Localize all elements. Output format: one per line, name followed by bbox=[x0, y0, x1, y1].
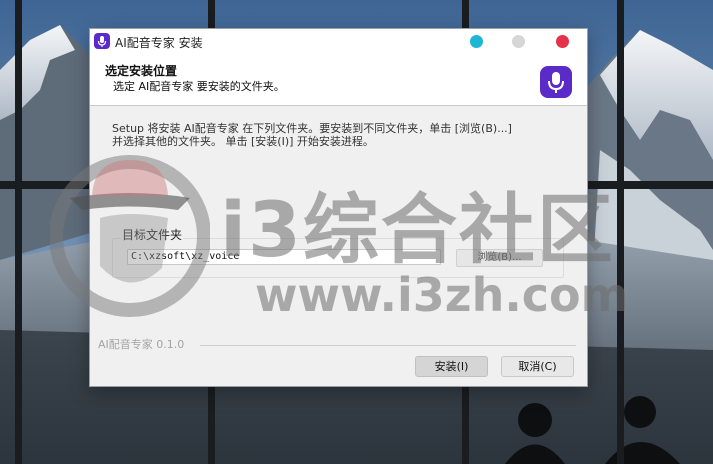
install-button[interactable]: 安装(I) bbox=[415, 356, 488, 377]
description-line: 并选择其他的文件夹。 单击 [安装(I)] 开始安装进程。 bbox=[112, 135, 374, 148]
footer-brand: AI配音专家 0.1.0 bbox=[98, 338, 185, 351]
microphone-icon bbox=[540, 66, 572, 98]
window-title: AI配音专家 安装 bbox=[115, 36, 203, 50]
installer-window: AI配音专家 安装 选定安装位置 选定 AI配音专家 要安装的文件夹。 Setu… bbox=[90, 29, 587, 386]
cancel-button[interactable]: 取消(C) bbox=[501, 356, 574, 377]
page-subtitle: 选定 AI配音专家 要安装的文件夹。 bbox=[113, 80, 285, 93]
footer-divider bbox=[200, 345, 576, 346]
minimize-button[interactable] bbox=[470, 35, 483, 48]
browse-button[interactable]: 浏览(B)... bbox=[456, 249, 543, 267]
page-title: 选定安装位置 bbox=[105, 64, 178, 78]
page-header: 选定安装位置 选定 AI配音专家 要安装的文件夹。 bbox=[90, 55, 587, 106]
install-path-input[interactable]: C:\xzsoft\xz_voice bbox=[127, 249, 441, 265]
destination-folder-label: 目标文件夹 bbox=[121, 226, 184, 243]
title-bar[interactable]: AI配音专家 安装 bbox=[90, 29, 587, 55]
maximize-button[interactable] bbox=[512, 35, 525, 48]
description-line: Setup 将安装 AI配音专家 在下列文件夹。要安装到不同文件夹，单击 [浏览… bbox=[112, 122, 512, 135]
install-description: Setup 将安装 AI配音专家 在下列文件夹。要安装到不同文件夹，单击 [浏览… bbox=[112, 122, 572, 148]
close-button[interactable] bbox=[556, 35, 569, 48]
microphone-icon bbox=[94, 33, 110, 49]
